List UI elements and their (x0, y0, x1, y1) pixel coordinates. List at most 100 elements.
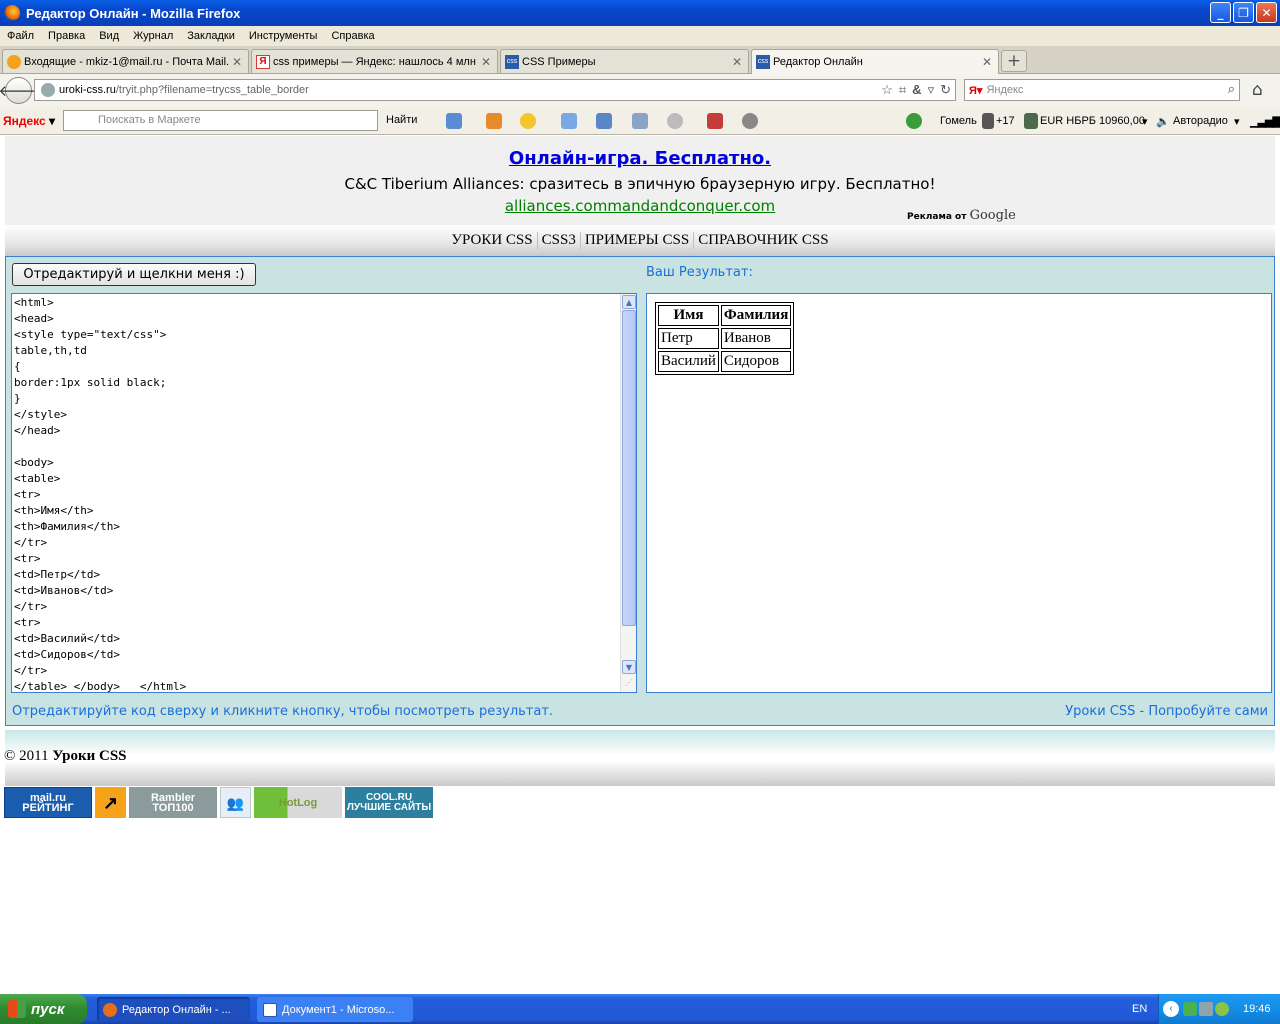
tab-mail[interactable]: Входящие - mkiz-1@mail.ru - Почта Mail..… (2, 49, 249, 73)
language-indicator[interactable]: EN (1132, 1003, 1147, 1015)
menu-bookmarks[interactable]: Закладки (180, 30, 242, 42)
tab-label: Входящие - mkiz-1@mail.ru - Почта Mail..… (24, 55, 230, 68)
star-toolbar-icon[interactable] (520, 113, 536, 129)
editor-instructions: Отредактируйте код сверху и кликните кно… (12, 704, 554, 719)
code-textarea[interactable]: <html> <head> <style type="text/css"> ta… (11, 293, 637, 693)
mailru-rating-counter[interactable]: mail.ru РЕЙТИНГ (4, 787, 92, 818)
clock[interactable]: 19:46 (1243, 1003, 1271, 1015)
ampersand-icon[interactable]: & (912, 82, 921, 98)
currency-label[interactable]: EUR НБРБ 10960,00 (1040, 115, 1145, 127)
nav-link-css-reference[interactable]: СПРАВОЧНИК CSS (694, 232, 832, 249)
search-icon[interactable]: ⌕ (1228, 81, 1235, 97)
menu-view[interactable]: Вид (92, 30, 126, 42)
reload-icon[interactable]: ↻ (940, 82, 951, 98)
code-scrollbar[interactable]: ▲ ▼ ⋰ (620, 294, 636, 692)
close-tab-icon[interactable]: ✕ (980, 55, 994, 69)
tab-yandex-search[interactable]: Я css примеры — Яндекс: нашлось 4 млн ..… (251, 49, 498, 73)
translate-page-icon[interactable] (632, 113, 648, 129)
chat-icon[interactable] (667, 113, 683, 129)
bookmark-star-icon[interactable]: ☆ (881, 82, 893, 98)
advertisement: Онлайн-игра. Бесплатно. C&C Tiberium All… (5, 136, 1275, 225)
taskbar-item-word[interactable]: Документ1 - Microso... (257, 997, 413, 1022)
back-button[interactable]: 🡐 (0, 77, 39, 104)
counters-row: mail.ru РЕЙТИНГ ↗ Rambler ТОП100 👥 HotLo… (4, 787, 433, 818)
coolru-counter[interactable]: COOL.RU ЛУЧШИЕ САЙТЫ (345, 787, 433, 818)
weather-toolbar-icon[interactable] (906, 113, 922, 129)
yandex-search-engine-icon[interactable]: Я▾ (969, 84, 982, 97)
run-code-button[interactable]: Отредактируй и щелкни меня :) (12, 263, 256, 286)
firefox-icon (103, 1002, 117, 1017)
scrollbar-thumb[interactable] (622, 310, 636, 626)
tab-css-examples[interactable]: css CSS Примеры ✕ (500, 49, 749, 73)
window-title-bar: Редактор Онлайн - Mozilla Firefox _ ❐ ✕ (0, 0, 1280, 26)
scroll-up-icon[interactable]: ▲ (622, 295, 636, 309)
ad-title-link[interactable]: Онлайн-игра. Бесплатно. (5, 148, 1275, 169)
radio-label[interactable]: Авторадио (1173, 115, 1228, 127)
taskbar-item-firefox[interactable]: Редактор Онлайн - ... (97, 997, 250, 1022)
start-button[interactable]: пуск (0, 994, 87, 1024)
dropdown-arrow-icon[interactable]: ▿ (928, 82, 935, 98)
currency-dropdown-icon[interactable]: ▾ (1142, 115, 1148, 128)
show-hidden-icons-icon[interactable]: ‹ (1163, 1001, 1179, 1017)
menu-tools[interactable]: Инструменты (242, 30, 325, 42)
nav-link-css-examples[interactable]: ПРИМЕРЫ CSS (581, 232, 695, 249)
scroll-down-icon[interactable]: ▼ (622, 660, 636, 674)
close-window-button[interactable]: ✕ (1256, 2, 1277, 23)
translate-icon[interactable]: ⌗ (899, 82, 906, 98)
close-tab-icon[interactable]: ✕ (479, 55, 493, 69)
result-heading: Ваш Результат: (646, 265, 753, 280)
antivirus-icon[interactable] (1215, 1002, 1229, 1016)
market-search-input[interactable]: Поискать в Маркете (63, 110, 378, 131)
close-tab-icon[interactable]: ✕ (230, 55, 244, 69)
menu-file[interactable]: Файл (0, 30, 41, 42)
menu-bar: Файл Правка Вид Журнал Закладки Инструме… (0, 26, 1280, 46)
new-tab-button[interactable]: + (1001, 50, 1027, 72)
start-label: пуск (31, 1000, 65, 1018)
menu-help[interactable]: Справка (324, 30, 381, 42)
city-label[interactable]: Гомель (940, 115, 977, 127)
css-icon: css (505, 54, 519, 69)
search-box[interactable]: Я▾ Яндекс ⌕ (964, 79, 1240, 101)
cube-icon[interactable] (707, 113, 723, 129)
mail-toolbar-icon[interactable] (446, 113, 462, 129)
radio-dropdown-icon[interactable]: ▾ (1234, 115, 1240, 128)
rambler-top100-counter[interactable]: Rambler ТОП100 (129, 787, 217, 818)
liveinternet-counter[interactable]: ↗ (95, 787, 126, 818)
tryit-editor: Отредактируй и щелкни меня :) Ваш Резуль… (5, 256, 1275, 726)
tray-app-icon[interactable] (1183, 1002, 1197, 1016)
table-row: Василий Сидоров (658, 351, 792, 372)
close-tab-icon[interactable]: ✕ (730, 55, 744, 69)
nav-link-css3[interactable]: CSS3 (538, 232, 581, 249)
code-text[interactable]: <html> <head> <style type="text/css"> ta… (14, 295, 186, 692)
home-icon[interactable]: ⌂ (1252, 80, 1263, 100)
tab-online-editor[interactable]: css Редактор Онлайн ✕ (751, 49, 999, 74)
resize-grip-icon[interactable]: ⋰ (625, 678, 633, 687)
try-it-yourself-link[interactable]: Уроки CSS - Попробуйте сами (1065, 704, 1268, 719)
menu-edit[interactable]: Правка (41, 30, 92, 42)
ad-url-link[interactable]: alliances.commandandconquer.com (5, 197, 1275, 215)
minimize-button[interactable]: _ (1210, 2, 1231, 23)
url-path: /tryit.php?filename=trycss_table_border (115, 84, 309, 96)
translate-toolbar-icon[interactable] (596, 113, 612, 129)
network-icon[interactable] (1199, 1002, 1213, 1016)
ad-byline[interactable]: Реклама от Google (907, 208, 1016, 223)
url-bar[interactable]: uroki-css.ru/tryit.php?filename=trycss_t… (34, 79, 956, 101)
maximize-button[interactable]: ❐ (1233, 2, 1254, 23)
menu-history[interactable]: Журнал (126, 30, 180, 42)
hotlog-counter[interactable]: HotLog (254, 787, 342, 818)
yandex-logo[interactable]: Яндекс ▾ (3, 114, 55, 128)
table-header-cell: Фамилия (720, 305, 792, 326)
mail-icon (7, 54, 21, 69)
nav-link-css-lessons[interactable]: УРОКИ CSS (447, 232, 538, 249)
currency-icon (1024, 113, 1038, 129)
find-button[interactable]: Найти (386, 114, 417, 126)
speaker-muted-icon[interactable]: 🔈 (1156, 115, 1170, 128)
site-navigation: УРОКИ CSS CSS3 ПРИМЕРЫ CSS СПРАВОЧНИК CS… (5, 225, 1275, 256)
gear-icon[interactable] (742, 113, 758, 129)
temperature-label[interactable]: +17 (996, 115, 1015, 127)
table-header-cell: Имя (658, 305, 719, 326)
bar-toolbar-icon[interactable] (486, 113, 502, 129)
people-counter[interactable]: 👥 (220, 787, 251, 818)
spellcheck-icon[interactable] (561, 113, 577, 129)
firefox-icon (4, 5, 20, 21)
